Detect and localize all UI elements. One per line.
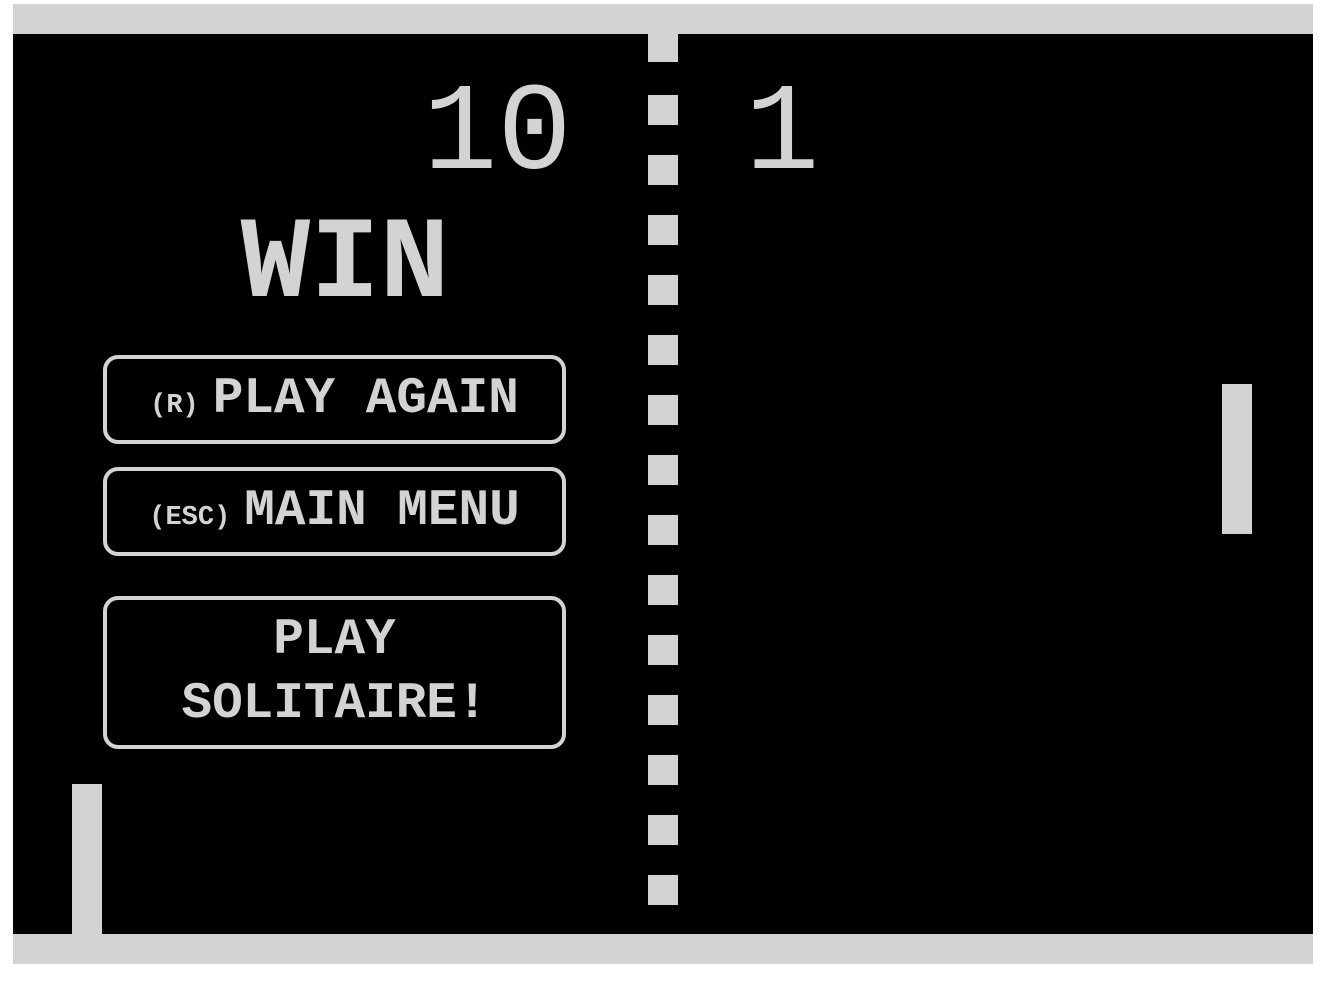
bottom-wall (13, 934, 1313, 964)
net-dash (648, 155, 678, 185)
net-dash (648, 34, 678, 62)
left-paddle[interactable] (72, 784, 102, 934)
right-paddle[interactable] (1222, 384, 1252, 534)
net-dash (648, 695, 678, 725)
net-dash (648, 455, 678, 485)
main-menu-shortcut: (ESC) (149, 502, 231, 533)
play-again-button[interactable]: (R) PLAY AGAIN (103, 355, 566, 444)
net-dash (648, 515, 678, 545)
play-solitaire-label-line1: PLAY (273, 611, 396, 669)
game-field: 10 1 WIN (R) PLAY AGAIN (ESC) MAIN MENU … (13, 4, 1313, 964)
top-wall (13, 4, 1313, 34)
right-score: 1 (745, 66, 820, 206)
play-again-shortcut: (R) (150, 390, 199, 421)
net-dash (648, 755, 678, 785)
net-dash (648, 815, 678, 845)
net-dash (648, 575, 678, 605)
net-dash (648, 275, 678, 305)
net-dash (648, 215, 678, 245)
play-again-label: PLAY AGAIN (212, 371, 519, 428)
play-solitaire-label-line2: SOLITAIRE! (181, 675, 488, 733)
main-menu-button[interactable]: (ESC) MAIN MENU (103, 467, 566, 556)
net-dash (648, 95, 678, 125)
net-dash (648, 875, 678, 905)
result-text: WIN (240, 199, 450, 331)
main-menu-label: MAIN MENU (244, 483, 520, 540)
play-solitaire-button[interactable]: PLAY SOLITAIRE! (103, 596, 566, 749)
left-score: 10 (423, 66, 572, 206)
net-dash (648, 635, 678, 665)
net-dash (648, 395, 678, 425)
net-dash (648, 335, 678, 365)
